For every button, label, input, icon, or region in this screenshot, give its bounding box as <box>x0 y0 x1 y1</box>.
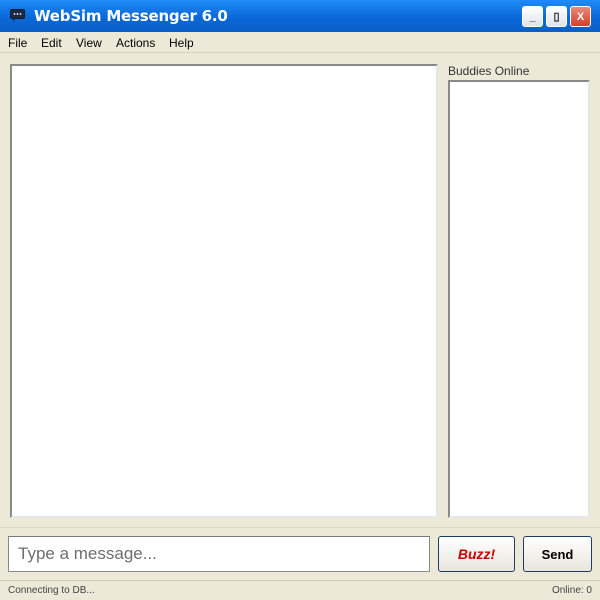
menu-view[interactable]: View <box>76 36 102 50</box>
status-divider <box>0 580 600 581</box>
menu-actions[interactable]: Actions <box>116 36 155 50</box>
online-count: Online: 0 <box>551 585 592 596</box>
menu-bar: File Edit View Actions Help <box>0 32 600 53</box>
title-bar[interactable]: WebSim Messenger 6.0 _ ▯ X <box>0 0 600 32</box>
divider <box>0 527 600 528</box>
maximize-button[interactable]: ▯ <box>546 6 567 27</box>
minimize-button[interactable]: _ <box>522 6 543 27</box>
buddies-online-label: Buddies Online <box>448 64 530 78</box>
buzz-button[interactable]: Buzz! <box>438 536 515 572</box>
buddies-list[interactable] <box>448 80 590 518</box>
chat-history[interactable] <box>10 64 438 518</box>
close-button[interactable]: X <box>570 6 591 27</box>
window-title: WebSim Messenger 6.0 <box>34 7 228 25</box>
menu-help[interactable]: Help <box>169 36 194 50</box>
menu-file[interactable]: File <box>8 36 27 50</box>
message-input[interactable] <box>8 536 430 572</box>
chat-bubble-icon <box>10 9 25 22</box>
send-button[interactable]: Send <box>523 536 592 572</box>
menu-edit[interactable]: Edit <box>41 36 62 50</box>
connection-status: Connecting to DB... <box>8 585 95 596</box>
